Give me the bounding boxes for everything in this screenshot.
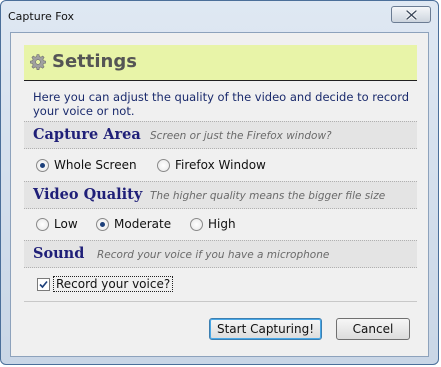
section-title: Video Quality [33,186,143,203]
radio-label: Whole Screen [54,158,137,172]
capture-area-section-header: Capture Area Screen or just the Firefox … [24,121,417,149]
sound-section-header: Sound Record your voice if you have a mi… [24,240,417,268]
radio-whole-screen[interactable] [36,159,49,172]
section-hint: Screen or just the Firefox window? [150,130,332,142]
radio-low[interactable] [36,218,49,231]
record-voice-checkbox[interactable] [37,278,50,291]
radio-label: High [208,217,236,231]
radio-label: Low [54,217,78,231]
dialog-body: Settings Here you can adjust the quality… [10,32,429,357]
video-quality-section-header: Video Quality The higher quality means t… [24,181,417,209]
section-hint: The higher quality means the bigger file… [150,190,386,202]
radio-moderate[interactable] [96,218,109,231]
radio-label: Firefox Window [175,158,266,172]
title-bar[interactable]: Capture Fox [1,1,438,31]
intro-text: Here you can adjust the quality of the v… [33,90,410,118]
page-title: Settings [52,51,137,72]
section-title: Sound [33,245,85,262]
radio-high[interactable] [190,218,203,231]
radio-label: Moderate [114,217,172,231]
gear-icon [30,54,46,70]
close-icon [406,10,417,20]
window-title: Capture Fox [8,10,75,23]
capture-area-options: Whole Screen Firefox Window [24,152,417,180]
divider [24,301,417,302]
section-hint: Record your voice if you have a micropho… [97,249,330,261]
section-title: Capture Area [33,126,141,143]
close-button[interactable] [391,6,431,23]
radio-firefox-window[interactable] [157,159,170,172]
video-quality-options: Low Moderate High [24,211,417,239]
checkmark-icon [39,280,48,289]
sound-options: Record your voice? [24,271,417,299]
record-voice-label[interactable]: Record your voice? [53,276,174,292]
capture-fox-window: Capture Fox Settings Here you can adjust… [0,0,439,365]
cancel-button[interactable]: Cancel [336,318,410,340]
start-capturing-button[interactable]: Start Capturing! [209,318,322,340]
settings-header: Settings [24,45,417,81]
